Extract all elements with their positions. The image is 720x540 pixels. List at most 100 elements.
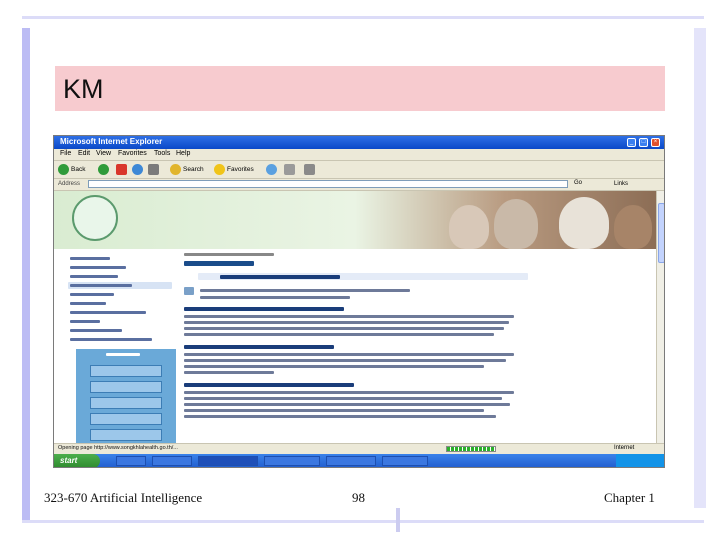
stop-button[interactable] xyxy=(116,163,129,175)
article-line xyxy=(184,321,509,324)
back-button[interactable]: Back xyxy=(58,163,85,175)
minimize-button[interactable]: _ xyxy=(627,138,636,147)
print-button[interactable] xyxy=(304,163,317,175)
links-button[interactable]: Links xyxy=(614,181,628,187)
scrollbar-thumb[interactable] xyxy=(658,203,664,263)
favorites-label: Favorites xyxy=(227,165,254,173)
article-line xyxy=(184,353,514,356)
sidebar-link[interactable] xyxy=(70,302,106,305)
site-sidebar xyxy=(64,249,176,443)
article-heading[interactable] xyxy=(184,383,354,387)
news-line xyxy=(200,296,350,299)
system-tray xyxy=(616,454,664,467)
vertical-scrollbar[interactable] xyxy=(656,191,664,443)
browser-screenshot: Microsoft Internet Explorer _ □ × File E… xyxy=(53,135,665,468)
menu-favorites[interactable]: Favorites xyxy=(118,150,147,157)
menu-bar: File Edit View Favorites Tools Help xyxy=(54,149,664,161)
slide-left-bar xyxy=(22,28,30,520)
page-content xyxy=(180,249,652,443)
start-button[interactable]: start xyxy=(54,454,100,467)
favorites-button[interactable]: Favorites xyxy=(214,163,254,175)
banner-photo-person-1 xyxy=(449,205,489,249)
site-logo xyxy=(72,195,118,241)
article-heading[interactable] xyxy=(184,307,344,311)
article-line xyxy=(184,397,502,400)
address-bar: Address Go Links xyxy=(54,179,664,191)
home-button[interactable] xyxy=(148,163,161,175)
refresh-button[interactable] xyxy=(132,163,145,175)
sidebar-link[interactable] xyxy=(70,311,146,314)
sidebar-panel-button[interactable] xyxy=(90,429,162,441)
news-icon xyxy=(184,287,194,295)
article-line xyxy=(184,403,510,406)
back-label: Back xyxy=(71,165,86,173)
sidebar-panel-button[interactable] xyxy=(90,397,162,409)
media-button[interactable] xyxy=(266,163,279,175)
sidebar-link-active-label xyxy=(70,284,132,287)
search-button[interactable]: Search xyxy=(170,163,204,175)
sidebar-link[interactable] xyxy=(70,275,118,278)
print-icon xyxy=(304,163,315,175)
taskbar-item-active[interactable] xyxy=(198,456,258,466)
article-line xyxy=(184,391,514,394)
sidebar-link[interactable] xyxy=(70,320,100,323)
forward-arrow-icon xyxy=(98,163,109,175)
taskbar-item[interactable] xyxy=(326,456,376,466)
slide-right-bar xyxy=(694,28,706,508)
sidebar-link[interactable] xyxy=(70,293,114,296)
taskbar-item[interactable] xyxy=(116,456,146,466)
close-button[interactable]: × xyxy=(651,138,660,147)
mail-icon xyxy=(284,163,295,175)
back-arrow-icon xyxy=(58,163,69,175)
sidebar-link[interactable] xyxy=(70,329,122,332)
internet-zone-label: Internet xyxy=(614,445,635,451)
sidebar-panel-button[interactable] xyxy=(90,365,162,377)
article-line xyxy=(184,359,506,362)
sidebar-link[interactable] xyxy=(70,266,126,269)
mail-button[interactable] xyxy=(284,163,297,175)
article-line xyxy=(184,371,274,374)
slide-title-box: KM xyxy=(55,66,665,111)
media-icon xyxy=(266,163,277,175)
menu-file[interactable]: File xyxy=(60,150,71,157)
home-icon xyxy=(148,163,159,175)
menu-view[interactable]: View xyxy=(96,150,111,157)
banner-photo-person-2 xyxy=(494,199,538,249)
footer-course: 323-670 Artificial Intelligence xyxy=(44,490,203,505)
windows-taskbar: start xyxy=(54,454,664,467)
menu-edit[interactable]: Edit xyxy=(78,150,90,157)
sidebar-panel-heading xyxy=(106,353,140,356)
window-title: Microsoft Internet Explorer xyxy=(60,137,163,146)
stop-icon xyxy=(116,163,127,175)
go-button[interactable]: Go xyxy=(574,180,582,186)
maximize-button[interactable]: □ xyxy=(639,138,648,147)
sidebar-link[interactable] xyxy=(70,338,152,341)
search-icon xyxy=(170,163,181,175)
sidebar-panel-button[interactable] xyxy=(90,413,162,425)
article-line xyxy=(184,315,514,318)
taskbar-item[interactable] xyxy=(152,456,192,466)
sidebar-link[interactable] xyxy=(70,257,110,260)
loading-progress-bar xyxy=(446,446,496,452)
address-input[interactable] xyxy=(88,180,568,188)
sidebar-menu-panel xyxy=(76,349,176,443)
site-banner xyxy=(54,191,656,249)
taskbar-item[interactable] xyxy=(264,456,320,466)
news-line xyxy=(200,289,410,292)
breadcrumb xyxy=(184,253,274,256)
menu-tools[interactable]: Tools xyxy=(154,150,170,157)
browser-toolbar: Back Search Favorites xyxy=(54,161,664,179)
banner-photo-person-4 xyxy=(614,205,652,249)
article-line xyxy=(184,409,484,412)
footer-chapter: Chapter 1 xyxy=(604,490,655,505)
favorites-star-icon xyxy=(214,163,225,175)
taskbar-item[interactable] xyxy=(382,456,428,466)
window-titlebar: Microsoft Internet Explorer _ □ × xyxy=(54,136,664,149)
article-heading[interactable] xyxy=(184,345,334,349)
sidebar-panel-button[interactable] xyxy=(90,381,162,393)
forward-button[interactable] xyxy=(98,163,111,175)
status-bar: Opening page http://www.songkhlahealth.g… xyxy=(54,443,664,454)
menu-help[interactable]: Help xyxy=(176,150,190,157)
refresh-icon xyxy=(132,163,143,175)
announcement-text xyxy=(220,275,340,279)
